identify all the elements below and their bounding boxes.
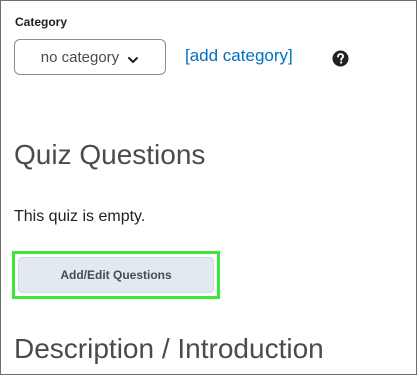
quiz-empty-message: This quiz is empty. xyxy=(14,208,146,225)
category-select[interactable]: no category xyxy=(14,39,166,75)
help-icon[interactable] xyxy=(332,50,349,67)
category-label: Category xyxy=(15,15,68,29)
quiz-settings-panel: Category no category [add category] Quiz… xyxy=(0,0,417,375)
quiz-questions-heading: Quiz Questions xyxy=(14,139,206,170)
description-heading: Description / Introduction xyxy=(14,333,324,364)
add-edit-questions-button[interactable]: Add/Edit Questions xyxy=(18,257,214,293)
add-category-link[interactable]: [add category] xyxy=(185,46,293,66)
category-select-value: no category xyxy=(40,48,120,66)
chevron-down-icon xyxy=(127,52,139,63)
button-highlight: Add/Edit Questions xyxy=(12,251,220,299)
